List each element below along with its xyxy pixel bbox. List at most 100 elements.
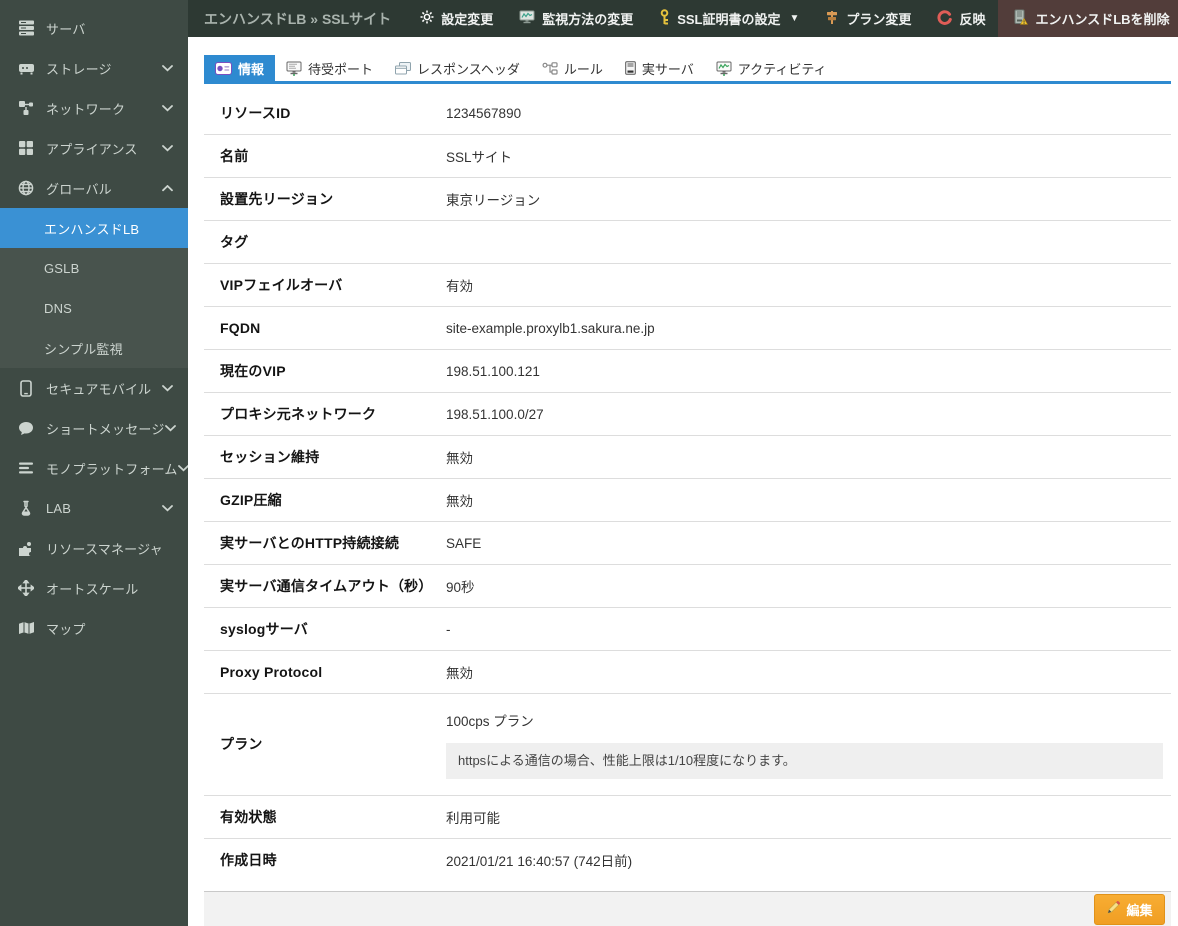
header-bar: エンハンスドLB » SSLサイト 設定変更 監視方法の変更 SSL証明書の設定 [188,0,1178,37]
plan-value: 100cps プラン [446,710,1163,730]
sidebar-item-label: サーバ [46,19,174,38]
row-value: site-example.proxylb1.sakura.ne.jp [446,321,1171,336]
sidebar-item-gslb[interactable]: GSLB [0,248,188,288]
tab-label: ルール [564,59,603,78]
sidebar-item-global[interactable]: グローバル [0,168,188,208]
table-row: 作成日時 2021/01/21 16:40:57 (742日前) [204,839,1171,881]
table-row: 実サーバ通信タイムアウト（秒） 90秒 [204,565,1171,608]
row-value: SSLサイト [446,146,1171,166]
table-row: Proxy Protocol 無効 [204,651,1171,694]
apply-button[interactable]: 反映 [924,0,998,37]
puzzle-icon [16,539,36,557]
row-label: syslogサーバ [204,619,446,639]
pencil-icon [1106,900,1121,918]
globe-icon [16,179,36,197]
flask-icon [16,499,36,517]
table-row: syslogサーバ - [204,608,1171,651]
signpost-icon [825,10,839,28]
tab-info[interactable]: 情報 [204,55,275,81]
sidebar-item-lab[interactable]: LAB [0,488,188,528]
row-value: 2021/01/21 16:40:57 (742日前) [446,850,1171,870]
table-row: 名前 SSLサイト [204,135,1171,178]
tab-response-header[interactable]: レスポンスヘッダ [384,55,531,81]
tab-listen-port[interactable]: 待受ポート [275,55,384,81]
sidebar-item-label: ネットワーク [46,99,162,118]
footer-bar: 編集 [204,891,1171,926]
sidebar-item-server[interactable]: サーバ [0,8,188,48]
chevron-down-icon [162,105,174,112]
content-area: 情報 待受ポート レスポンスヘッダ ルール [188,37,1178,881]
monitor-chart-icon [519,10,535,27]
monitoring-method-button[interactable]: 監視方法の変更 [506,0,646,37]
row-label: FQDN [204,320,446,336]
row-value: 有効 [446,275,1171,295]
sidebar-item-network[interactable]: ネットワーク [0,88,188,128]
row-label: 有効状態 [204,807,446,827]
plan-note: httpsによる通信の場合、性能上限は1/10程度になります。 [446,743,1163,779]
table-row: GZIP圧縮 無効 [204,479,1171,522]
chevron-down-icon [162,65,174,72]
row-value: 198.51.100.121 [446,364,1171,379]
edit-button-label: 編集 [1127,900,1153,919]
table-row: FQDN site-example.proxylb1.sakura.ne.jp [204,307,1171,350]
row-label: タグ [204,232,446,252]
tab-bar: 情報 待受ポート レスポンスヘッダ ルール [204,55,1171,84]
sidebar-item-simple-monitor[interactable]: シンプル監視 [0,328,188,368]
sidebar-item-secure-mobile[interactable]: セキュアモバイル [0,368,188,408]
table-row: タグ [204,221,1171,264]
tab-rule[interactable]: ルール [531,55,614,81]
gear-icon [420,10,434,27]
row-label: プラン [204,734,446,754]
table-row: 実サーバとのHTTP持続接続 SAFE [204,522,1171,565]
sidebar-item-short-message[interactable]: ショートメッセージ [0,408,188,448]
sidebar-item-label: ショートメッセージ [46,419,165,438]
sidebar-item-dns[interactable]: DNS [0,288,188,328]
button-label: 監視方法の変更 [542,9,633,28]
sidebar-item-label: ストレージ [46,59,162,78]
sidebar-item-autoscale[interactable]: オートスケール [0,568,188,608]
row-value: 無効 [446,447,1171,467]
table-row: 現在のVIP 198.51.100.121 [204,350,1171,393]
ssl-cert-settings-button[interactable]: SSL証明書の設定 ▼ [646,0,812,37]
message-icon [16,419,36,437]
server-warning-icon [1013,9,1028,28]
chevron-down-icon [165,425,177,432]
edit-button[interactable]: 編集 [1094,894,1165,925]
breadcrumb: エンハンスドLB » SSLサイト [188,0,407,37]
sidebar-item-resource-manager[interactable]: リソースマネージャ [0,528,188,568]
row-value: SAFE [446,536,1171,551]
sidebar-item-label: オートスケール [46,579,174,598]
sidebar-item-label: シンプル監視 [44,339,174,358]
real-server-icon [625,61,636,75]
table-row: 設置先リージョン 東京リージョン [204,178,1171,221]
row-label: リソースID [204,103,446,123]
row-value: 90秒 [446,576,1171,596]
main-area: エンハンスドLB » SSLサイト 設定変更 監視方法の変更 SSL証明書の設定 [188,0,1178,926]
sidebar-item-enhanced-lb[interactable]: エンハンスドLB [0,208,188,248]
button-label: SSL証明書の設定 [677,9,780,28]
settings-change-button[interactable]: 設定変更 [407,0,506,37]
tab-activity[interactable]: アクティビティ [705,55,838,81]
sidebar-item-appliance[interactable]: アプライアンス [0,128,188,168]
sidebar-item-mono-platform[interactable]: モノプラットフォーム [0,448,188,488]
info-icon [215,62,232,75]
chevron-down-icon [162,385,174,392]
tab-real-server[interactable]: 実サーバ [614,55,705,81]
sidebar: サーバ ストレージ ネットワーク アプライアンス グローバル [0,0,188,926]
sidebar-item-label: LAB [46,501,162,516]
row-value: 無効 [446,490,1171,510]
tab-label: 情報 [238,59,264,78]
sidebar-item-storage[interactable]: ストレージ [0,48,188,88]
table-row: セッション維持 無効 [204,436,1171,479]
plan-change-button[interactable]: プラン変更 [812,0,924,37]
table-row-plan: プラン 100cps プラン httpsによる通信の場合、性能上限は1/10程度… [204,694,1171,796]
row-label: プロキシ元ネットワーク [204,404,446,424]
chevron-down-icon [162,145,174,152]
table-row: プロキシ元ネットワーク 198.51.100.0/27 [204,393,1171,436]
sidebar-item-map[interactable]: マップ [0,608,188,648]
tab-label: 待受ポート [308,59,373,78]
server-icon [16,19,36,37]
button-label: プラン変更 [846,9,911,28]
button-label: エンハンスドLBを削除 [1035,9,1169,28]
delete-lb-button[interactable]: エンハンスドLBを削除 [998,0,1178,37]
